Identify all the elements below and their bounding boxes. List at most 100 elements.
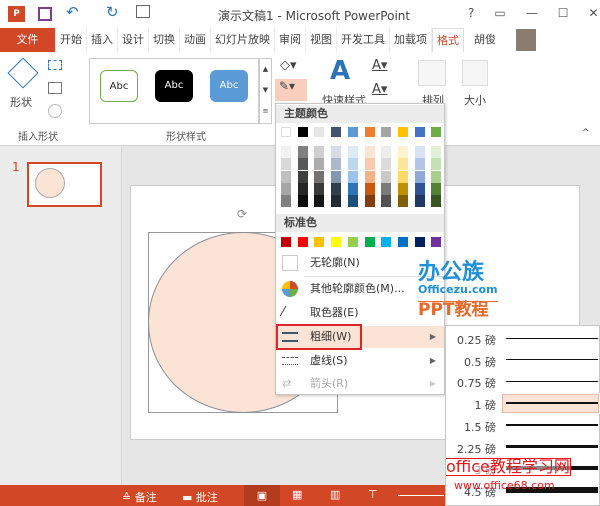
shapes-icon[interactable] [7, 57, 39, 89]
tab-animations[interactable]: 动画 [180, 28, 211, 52]
theme-shade-swatch[interactable] [281, 195, 291, 208]
save-icon[interactable] [38, 7, 52, 21]
standard-color-swatch[interactable] [364, 237, 375, 247]
theme-color-swatch[interactable] [347, 127, 358, 137]
theme-shade-swatch[interactable] [297, 170, 308, 183]
comments-button[interactable]: ▬ 批注 [182, 489, 218, 505]
tab-design[interactable]: 设计 [118, 28, 149, 52]
theme-shade-swatch[interactable] [414, 158, 425, 171]
text-outline-icon[interactable]: A▾ [372, 82, 387, 97]
theme-color-swatch[interactable] [414, 127, 425, 137]
standard-color-swatch[interactable] [297, 237, 308, 247]
theme-shade-swatch[interactable] [431, 182, 442, 195]
slide-sorter-icon[interactable]: ▦ [292, 488, 302, 501]
tab-format[interactable]: 格式 [432, 28, 464, 52]
help-button[interactable]: ? [468, 6, 474, 20]
theme-shade-swatch[interactable] [347, 182, 358, 195]
tab-developer[interactable]: 开发工具 [337, 28, 390, 52]
standard-color-swatch[interactable] [397, 237, 408, 247]
theme-shade-swatch[interactable] [331, 195, 342, 208]
theme-shade-swatch[interactable] [397, 146, 408, 158]
tab-home[interactable]: 开始 [56, 28, 87, 52]
theme-shade-swatch[interactable] [364, 195, 375, 208]
close-button[interactable]: ✕ [588, 6, 598, 20]
collapse-ribbon-icon[interactable]: ^ [582, 128, 590, 138]
slideshow-view-icon[interactable]: ⊤ [368, 488, 378, 501]
theme-shade-swatch[interactable] [397, 158, 408, 171]
theme-shade-swatch[interactable] [297, 158, 308, 171]
theme-shade-swatch[interactable] [364, 170, 375, 183]
theme-shade-swatch[interactable] [281, 170, 291, 183]
normal-view-icon[interactable]: ▣ [244, 485, 280, 506]
text-fill-icon[interactable]: A▾ [372, 58, 387, 73]
theme-color-swatch[interactable] [297, 127, 308, 137]
theme-color-swatch[interactable] [281, 127, 291, 137]
theme-color-swatch[interactable] [364, 127, 375, 137]
tab-file[interactable]: 文件 [0, 28, 56, 52]
reading-view-icon[interactable]: ▥ [330, 488, 340, 501]
theme-shade-swatch[interactable] [414, 182, 425, 195]
style-black[interactable]: Abc [155, 70, 193, 102]
theme-shade-swatch[interactable] [381, 146, 392, 158]
standard-color-swatch[interactable] [331, 237, 342, 247]
theme-shade-swatch[interactable] [397, 170, 408, 183]
theme-shade-swatch[interactable] [331, 170, 342, 183]
size-button[interactable]: 大小 [464, 92, 486, 108]
maximize-button[interactable]: ☐ [558, 6, 569, 20]
shape-fill-icon[interactable]: ◇▾ [280, 58, 297, 73]
size-icon[interactable] [462, 60, 488, 86]
theme-shade-swatch[interactable] [397, 182, 408, 195]
theme-shade-swatch[interactable] [431, 195, 442, 208]
theme-color-swatch[interactable] [431, 127, 442, 137]
theme-color-swatch[interactable] [381, 127, 392, 137]
tab-insert[interactable]: 插入 [87, 28, 118, 52]
theme-shade-swatch[interactable] [331, 182, 342, 195]
textbox-icon[interactable] [48, 82, 62, 94]
theme-shade-swatch[interactable] [281, 182, 291, 195]
theme-color-swatch[interactable] [314, 127, 325, 137]
gallery-scroll[interactable]: ▲ ▼ ≡ [259, 58, 272, 124]
tab-review[interactable]: 审阅 [275, 28, 306, 52]
standard-color-swatch[interactable] [347, 237, 358, 247]
weight-option[interactable]: 1 磅 [446, 393, 600, 415]
standard-color-swatch[interactable] [414, 237, 425, 247]
theme-shade-swatch[interactable] [281, 146, 291, 158]
theme-shade-swatch[interactable] [381, 158, 392, 171]
theme-shade-swatch[interactable] [431, 146, 442, 158]
weight-option[interactable]: 1.5 磅 [446, 415, 600, 436]
theme-shade-swatch[interactable] [314, 182, 325, 195]
theme-shade-swatch[interactable] [314, 195, 325, 208]
ribbon-display-button[interactable]: ▭ [494, 6, 505, 20]
tab-transitions[interactable]: 切换 [149, 28, 180, 52]
theme-shade-swatch[interactable] [331, 158, 342, 171]
quick-styles-icon[interactable]: A [330, 56, 350, 86]
weight-option[interactable]: 0.75 磅 [446, 371, 600, 392]
theme-shade-swatch[interactable] [431, 158, 442, 171]
theme-shade-swatch[interactable] [364, 158, 375, 171]
notes-button[interactable]: ≙ 备注 [122, 489, 157, 505]
theme-shade-swatch[interactable] [331, 146, 342, 158]
theme-shade-swatch[interactable] [414, 195, 425, 208]
theme-shade-swatch[interactable] [314, 170, 325, 183]
user-name[interactable]: 胡俊 [470, 28, 500, 52]
zoom-slider[interactable] [398, 495, 444, 496]
theme-shade-swatch[interactable] [414, 170, 425, 183]
rotate-handle[interactable]: ⟳ [237, 207, 247, 221]
tab-view[interactable]: 视图 [306, 28, 337, 52]
dashes-item[interactable]: 虚线(S) ▶ [276, 350, 444, 372]
theme-shade-swatch[interactable] [297, 146, 308, 158]
tab-addins[interactable]: 加载项 [390, 28, 432, 52]
theme-shade-swatch[interactable] [314, 146, 325, 158]
theme-shade-swatch[interactable] [347, 146, 358, 158]
theme-shade-swatch[interactable] [347, 195, 358, 208]
theme-shade-swatch[interactable] [381, 182, 392, 195]
style-white[interactable]: Abc [100, 70, 138, 102]
theme-shade-swatch[interactable] [297, 182, 308, 195]
theme-shade-swatch[interactable] [364, 146, 375, 158]
theme-shade-swatch[interactable] [314, 158, 325, 171]
theme-color-swatch[interactable] [331, 127, 342, 137]
theme-shade-swatch[interactable] [281, 158, 291, 171]
minimize-button[interactable]: — [526, 6, 538, 20]
theme-color-swatch[interactable] [397, 127, 408, 137]
theme-shade-swatch[interactable] [381, 170, 392, 183]
